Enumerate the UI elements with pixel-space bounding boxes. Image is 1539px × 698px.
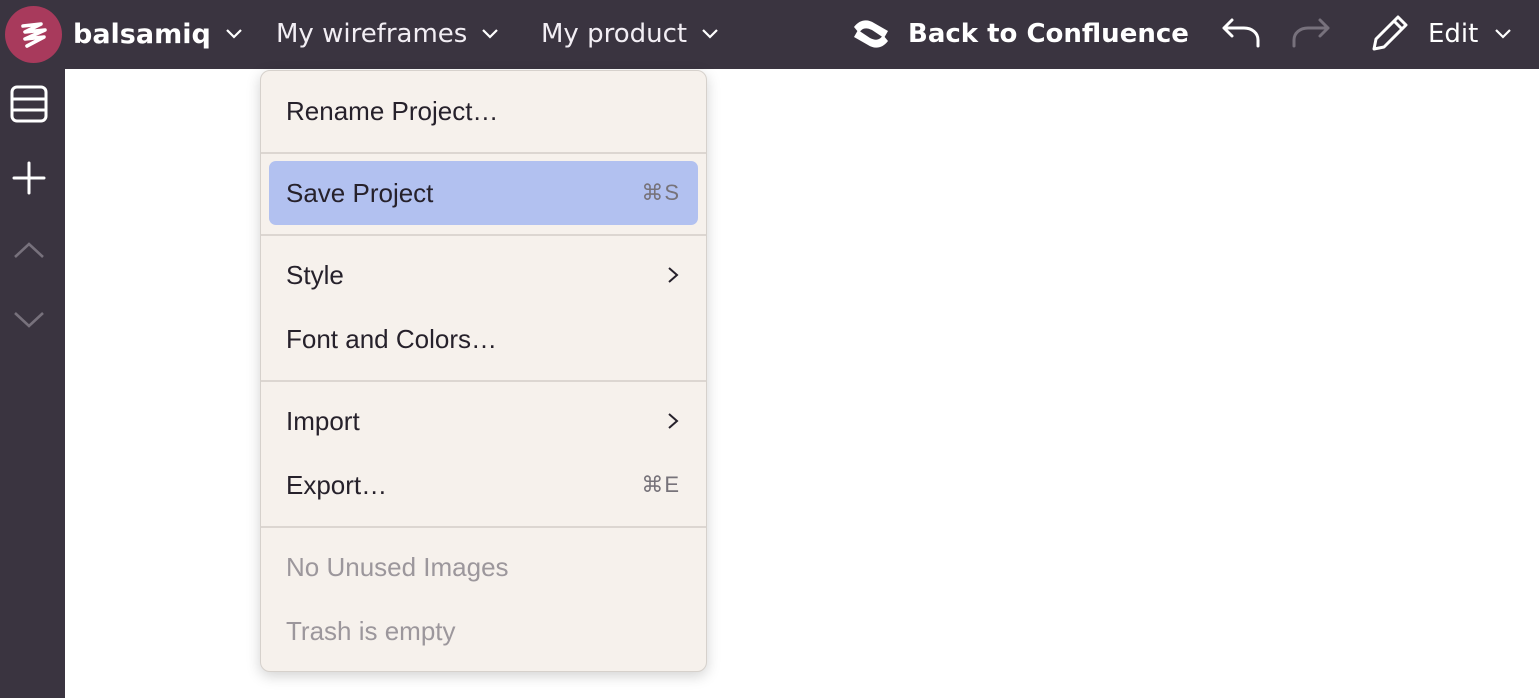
chevron-down-icon: [226, 29, 242, 39]
edit-label: Edit: [1428, 19, 1479, 49]
add-button[interactable]: [8, 157, 50, 199]
menu-item-shortcut: ⌘E: [641, 472, 680, 497]
layout-button[interactable]: [8, 83, 50, 125]
chevron-down-icon: [1495, 29, 1512, 39]
menu-item-label: Rename Project…: [286, 95, 499, 126]
redo-icon[interactable]: [1290, 14, 1334, 54]
chevron-down-icon: [14, 312, 44, 328]
menu-item-style[interactable]: Style: [269, 243, 698, 307]
menu-item-save-project[interactable]: Save Project ⌘S: [269, 161, 698, 225]
menu-divider: [261, 526, 706, 528]
menu-item-label: Import: [286, 405, 360, 436]
menu-item-label: Font and Colors…: [286, 323, 497, 354]
brand-menu[interactable]: balsamiq: [73, 17, 243, 51]
my-product-label: My product: [541, 19, 688, 49]
menu-item-shortcut: ⌘S: [641, 180, 680, 205]
my-product-menu[interactable]: My product: [541, 17, 719, 51]
menu-item-export[interactable]: Export… ⌘E: [269, 453, 698, 517]
menu-item-trash: Trash is empty: [269, 599, 698, 663]
menu-divider: [261, 380, 706, 382]
menu-item-label: No Unused Images: [286, 551, 509, 582]
menu-item-rename-project[interactable]: Rename Project…: [269, 79, 698, 143]
undo-icon[interactable]: [1218, 14, 1262, 54]
brand-label: balsamiq: [73, 18, 211, 50]
my-wireframes-label: My wireframes: [276, 19, 468, 49]
chevron-up-icon: [14, 242, 44, 258]
top-bar: balsamiq My wireframes My product Back t…: [0, 0, 1539, 69]
back-to-confluence-label: Back to Confluence: [908, 19, 1189, 49]
menu-item-import[interactable]: Import: [269, 389, 698, 453]
project-menu: Rename Project… Save Project ⌘S Style Fo…: [260, 70, 707, 672]
layout-icon: [10, 85, 48, 123]
left-rail: [0, 69, 65, 698]
menu-item-label: Trash is empty: [286, 615, 456, 646]
menu-item-label: Save Project: [286, 177, 434, 208]
move-down-button[interactable]: [8, 299, 50, 341]
move-up-button[interactable]: [8, 229, 50, 271]
pencil-icon: [1372, 15, 1408, 51]
menu-item-label: Style: [286, 259, 344, 290]
my-wireframes-menu[interactable]: My wireframes: [276, 17, 499, 51]
chevron-down-icon: [702, 29, 718, 39]
chevron-right-icon: [668, 413, 679, 429]
menu-divider: [261, 234, 706, 236]
back-to-confluence-button[interactable]: Back to Confluence: [850, 12, 1189, 56]
chevron-right-icon: [668, 267, 679, 283]
menu-item-label: Export…: [286, 469, 388, 500]
menu-item-no-unused-images: No Unused Images: [269, 535, 698, 599]
confluence-icon: [854, 20, 888, 48]
balsamiq-logo-icon[interactable]: [5, 6, 62, 63]
edit-menu[interactable]: Edit: [1366, 12, 1512, 56]
menu-divider: [261, 152, 706, 154]
chevron-down-icon: [482, 29, 499, 39]
menu-item-font-and-colors[interactable]: Font and Colors…: [269, 307, 698, 371]
plus-icon: [12, 161, 46, 195]
